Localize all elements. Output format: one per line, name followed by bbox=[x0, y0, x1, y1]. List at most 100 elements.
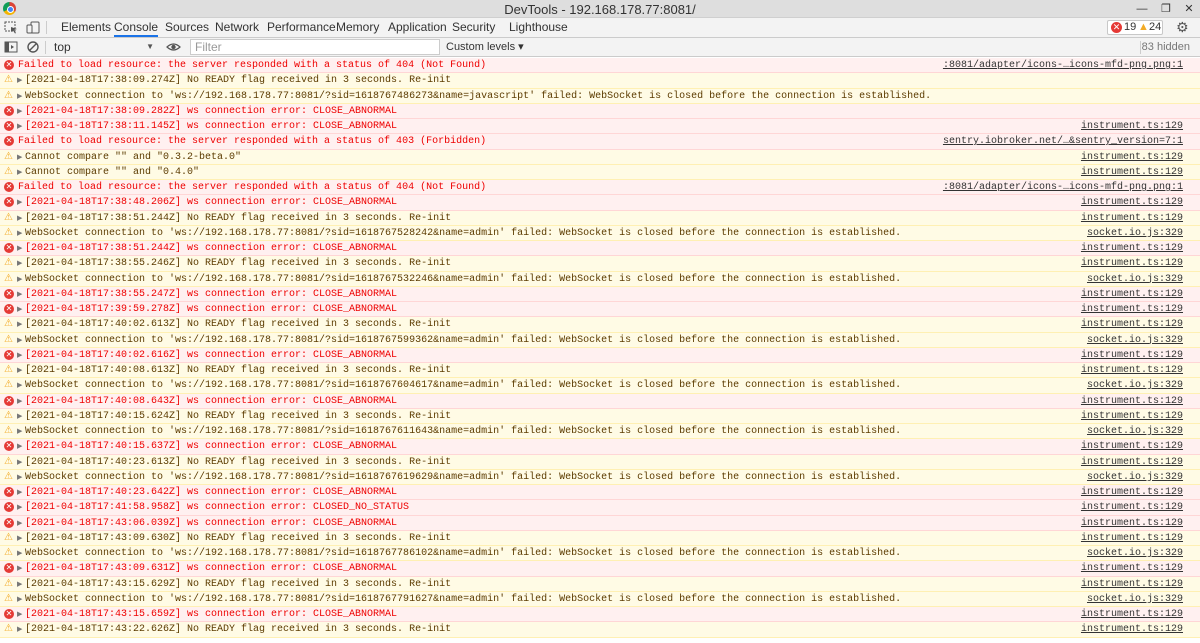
expand-arrow-icon[interactable]: ▶ bbox=[17, 211, 22, 226]
console-message-error[interactable]: ✕ ▶ [2021-04-18T17:43:15.659Z] ws connecti… bbox=[0, 607, 1200, 623]
console-message-warning[interactable]: ⚠ ▶ Cannot compare "" and "0.3.2-beta.0" in… bbox=[0, 149, 1200, 165]
source-link[interactable]: instrument.ts:129 bbox=[1081, 165, 1183, 180]
source-link[interactable]: instrument.ts:129 bbox=[1081, 287, 1183, 302]
console-message-warning[interactable]: ⚠ ▶ Cannot compare "" and "0.4.0" instrumen… bbox=[0, 164, 1200, 180]
tab-performance[interactable]: Performance bbox=[267, 18, 336, 37]
console-message-error[interactable]: ✕ ▶ [2021-04-18T17:38:09.282Z] ws connecti… bbox=[0, 103, 1200, 119]
console-message-error[interactable]: ✕ ▶ [2021-04-18T17:39:59.278Z] ws connecti… bbox=[0, 302, 1200, 318]
tab-application[interactable]: Application bbox=[388, 18, 447, 37]
expand-arrow-icon[interactable]: ▶ bbox=[17, 104, 22, 119]
expand-arrow-icon[interactable]: ▶ bbox=[17, 378, 22, 393]
expand-arrow-icon[interactable]: ▶ bbox=[17, 455, 22, 470]
tab-elements[interactable]: Elements bbox=[61, 18, 111, 37]
expand-arrow-icon[interactable]: ▶ bbox=[17, 363, 22, 378]
console-message-warning[interactable]: ⚠ ▶ WebSocket connection to 'ws://192.168.… bbox=[0, 88, 1200, 104]
source-link[interactable]: instrument.ts:129 bbox=[1081, 348, 1183, 363]
issue-counts[interactable]: ✕ 19 ▲ 24 bbox=[1107, 20, 1163, 35]
tab-lighthouse[interactable]: Lighthouse bbox=[509, 18, 568, 37]
source-link[interactable]: instrument.ts:129 bbox=[1081, 302, 1183, 317]
expand-arrow-icon[interactable]: ▶ bbox=[17, 119, 22, 134]
source-link[interactable]: instrument.ts:129 bbox=[1081, 150, 1183, 165]
console-message-warning[interactable]: ⚠ ▶ WebSocket connection to 'ws://192.168.… bbox=[0, 424, 1200, 440]
expand-arrow-icon[interactable]: ▶ bbox=[17, 73, 22, 88]
expand-arrow-icon[interactable]: ▶ bbox=[17, 226, 22, 241]
close-icon[interactable]: ✕ bbox=[1178, 0, 1200, 18]
inspect-element-icon[interactable] bbox=[4, 21, 18, 34]
source-link[interactable]: instrument.ts:129 bbox=[1081, 241, 1183, 256]
expand-arrow-icon[interactable]: ▶ bbox=[17, 89, 22, 104]
source-link[interactable]: instrument.ts:129 bbox=[1081, 439, 1183, 454]
source-link[interactable]: instrument.ts:129 bbox=[1081, 500, 1183, 515]
gear-icon[interactable]: ⚙ bbox=[1176, 19, 1189, 36]
expand-arrow-icon[interactable]: ▶ bbox=[17, 195, 22, 210]
sidebar-toggle-icon[interactable] bbox=[4, 39, 18, 55]
console-message-error[interactable]: ✕ ▶ [2021-04-18T17:40:15.637Z] ws connecti… bbox=[0, 439, 1200, 455]
console-message-warning[interactable]: ⚠ ▶ [2021-04-18T17:43:09.630Z] No READY fl… bbox=[0, 530, 1200, 546]
console-message-error[interactable]: ✕ ▶ [2021-04-18T17:38:11.145Z] ws connecti… bbox=[0, 119, 1200, 135]
source-link[interactable]: socket.io.js:329 bbox=[1087, 592, 1183, 607]
source-link[interactable]: instrument.ts:129 bbox=[1081, 256, 1183, 271]
expand-arrow-icon[interactable]: ▶ bbox=[17, 302, 22, 317]
source-link[interactable]: instrument.ts:129 bbox=[1081, 561, 1183, 576]
console-message-warning[interactable]: ⚠ ▶ [2021-04-18T17:43:15.629Z] No READY fl… bbox=[0, 576, 1200, 592]
expand-arrow-icon[interactable]: ▶ bbox=[17, 348, 22, 363]
console-message-warning[interactable]: ⚠ ▶ [2021-04-18T17:38:55.246Z] No READY fl… bbox=[0, 256, 1200, 272]
expand-arrow-icon[interactable]: ▶ bbox=[17, 165, 22, 180]
console-message-warning[interactable]: ⚠ ▶ [2021-04-18T17:40:02.613Z] No READY fl… bbox=[0, 317, 1200, 333]
console-message-warning[interactable]: ⚠ ▶ WebSocket connection to 'ws://192.168.… bbox=[0, 469, 1200, 485]
expand-arrow-icon[interactable]: ▶ bbox=[17, 592, 22, 607]
console-message-error[interactable]: ✕ ▶ [2021-04-18T17:38:48.206Z] ws connecti… bbox=[0, 195, 1200, 211]
context-selector[interactable]: top ▼ bbox=[48, 39, 158, 55]
expand-arrow-icon[interactable]: ▶ bbox=[17, 607, 22, 622]
source-link[interactable]: socket.io.js:329 bbox=[1087, 470, 1183, 485]
source-link[interactable]: instrument.ts:129 bbox=[1081, 211, 1183, 226]
expand-arrow-icon[interactable]: ▶ bbox=[17, 516, 22, 531]
tab-console[interactable]: Console bbox=[114, 18, 159, 37]
console-message-error[interactable]: ✕ ▶ [2021-04-18T17:40:02.616Z] ws connecti… bbox=[0, 347, 1200, 363]
source-link[interactable]: :8081/adapter/icons-…icons-mfd-png.png:1 bbox=[943, 58, 1183, 73]
expand-arrow-icon[interactable]: ▶ bbox=[17, 577, 22, 592]
source-link[interactable]: instrument.ts:129 bbox=[1081, 607, 1183, 622]
filter-input[interactable] bbox=[190, 39, 440, 55]
console-message-warning[interactable]: ⚠ ▶ [2021-04-18T17:38:51.244Z] No READY fl… bbox=[0, 210, 1200, 226]
console-message-error[interactable]: ✕ ▶ [2021-04-18T17:40:08.643Z] ws connecti… bbox=[0, 393, 1200, 409]
console-message-warning[interactable]: ⚠ ▶ [2021-04-18T17:38:09.274Z] No READY fl… bbox=[0, 73, 1200, 89]
expand-arrow-icon[interactable]: ▶ bbox=[17, 622, 22, 637]
clear-console-icon[interactable] bbox=[26, 39, 40, 55]
restore-icon[interactable]: ❐ bbox=[1155, 0, 1177, 18]
source-link[interactable]: instrument.ts:129 bbox=[1081, 622, 1183, 637]
source-link[interactable]: socket.io.js:329 bbox=[1087, 378, 1183, 393]
expand-arrow-icon[interactable]: ▶ bbox=[17, 546, 22, 561]
console-message-error[interactable]: ✕ ▶ [2021-04-18T17:41:58.958Z] ws connecti… bbox=[0, 500, 1200, 516]
expand-arrow-icon[interactable]: ▶ bbox=[17, 500, 22, 515]
tab-sources[interactable]: Sources bbox=[165, 18, 209, 37]
minimize-icon[interactable]: — bbox=[1131, 0, 1153, 18]
source-link[interactable]: instrument.ts:129 bbox=[1081, 195, 1183, 210]
tab-memory[interactable]: Memory bbox=[336, 18, 379, 37]
device-toolbar-icon[interactable] bbox=[26, 21, 40, 34]
expand-arrow-icon[interactable]: ▶ bbox=[17, 317, 22, 332]
console-message-warning[interactable]: ⚠ ▶ WebSocket connection to 'ws://192.168.… bbox=[0, 271, 1200, 287]
expand-arrow-icon[interactable]: ▶ bbox=[17, 394, 22, 409]
console-message-warning[interactable]: ⚠ ▶ WebSocket connection to 'ws://192.168.… bbox=[0, 378, 1200, 394]
tab-network[interactable]: Network bbox=[215, 18, 259, 37]
source-link[interactable]: sentry.iobroker.net/…&sentry_version=7:1 bbox=[943, 134, 1183, 149]
console-message-warning[interactable]: ⚠ ▶ WebSocket connection to 'ws://192.168.… bbox=[0, 225, 1200, 241]
source-link[interactable]: :8081/adapter/icons-…icons-mfd-png.png:1 bbox=[943, 180, 1183, 195]
console-message-warning[interactable]: ⚠ ▶ WebSocket connection to 'ws://192.168.… bbox=[0, 332, 1200, 348]
source-link[interactable]: socket.io.js:329 bbox=[1087, 226, 1183, 241]
expand-arrow-icon[interactable]: ▶ bbox=[17, 424, 22, 439]
expand-arrow-icon[interactable]: ▶ bbox=[17, 272, 22, 287]
expand-arrow-icon[interactable]: ▶ bbox=[17, 409, 22, 424]
console-message-error[interactable]: ✕ ▶ [2021-04-18T17:38:51.244Z] ws connecti… bbox=[0, 241, 1200, 257]
console-message-warning[interactable]: ⚠ ▶ [2021-04-18T17:43:22.626Z] No READY fl… bbox=[0, 622, 1200, 638]
source-link[interactable]: socket.io.js:329 bbox=[1087, 272, 1183, 287]
source-link[interactable]: instrument.ts:129 bbox=[1081, 455, 1183, 470]
source-link[interactable]: instrument.ts:129 bbox=[1081, 317, 1183, 332]
log-levels-dropdown[interactable]: Custom levels ▾ bbox=[446, 39, 524, 55]
expand-arrow-icon[interactable]: ▶ bbox=[17, 256, 22, 271]
console-message-warning[interactable]: ⚠ ▶ [2021-04-18T17:40:08.613Z] No READY fl… bbox=[0, 363, 1200, 379]
console-message-error[interactable]: ✕ ▶ [2021-04-18T17:43:06.039Z] ws connecti… bbox=[0, 515, 1200, 531]
expand-arrow-icon[interactable]: ▶ bbox=[17, 241, 22, 256]
expand-arrow-icon[interactable]: ▶ bbox=[17, 287, 22, 302]
